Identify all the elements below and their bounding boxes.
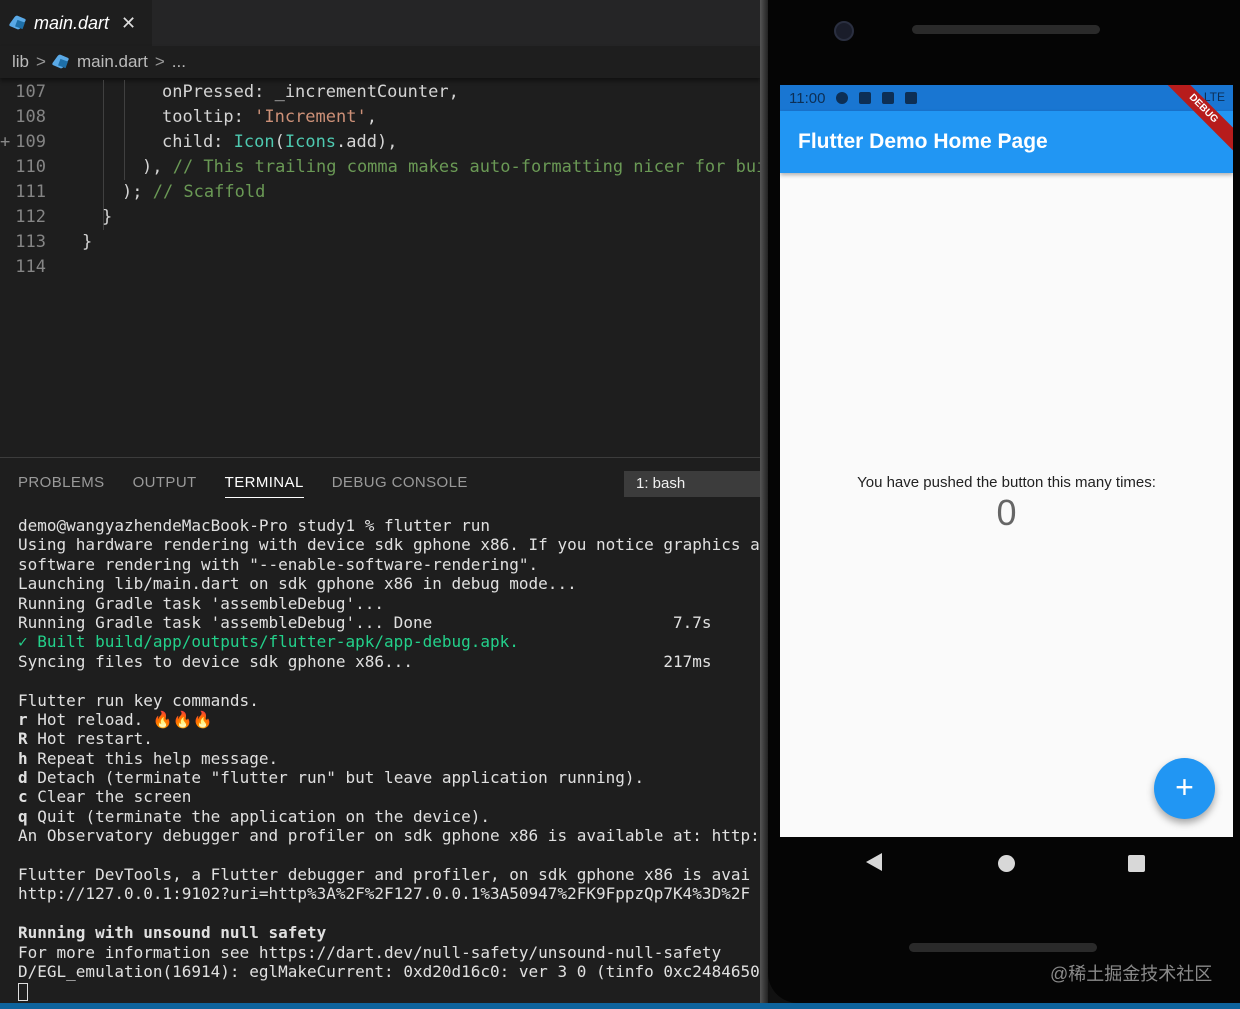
code-text: child: Icon(Icons.add),	[162, 132, 398, 152]
code-editor[interactable]: 107 onPressed: _incrementCounter, 108 toolt…	[0, 80, 777, 456]
line-number: 112	[15, 207, 46, 227]
terminal-line: Running Gradle task 'assembleDebug'... D…	[18, 612, 712, 632]
code-line[interactable]: 111 ); // Scaffold	[0, 180, 760, 205]
terminal-line: http://127.0.0.1:9102?uri=http%3A%2F%2F1…	[18, 884, 751, 904]
panel-tab-terminal[interactable]: TERMINAL	[224, 474, 304, 498]
dart-file-icon	[53, 54, 69, 70]
line-number: 111	[15, 182, 46, 202]
line-number: 110	[15, 157, 46, 177]
code-line[interactable]: 113}	[0, 230, 760, 255]
terminal-output[interactable]: demo@wangyazhendeMacBook-Pro study1 % fl…	[18, 516, 760, 1006]
code-line[interactable]: 110 ), // This trailing comma makes auto-…	[0, 155, 776, 180]
terminal-line: software rendering with "--enable-softwa…	[18, 554, 539, 574]
fire-icon: 🔥🔥🔥	[152, 709, 213, 729]
home-nav-icon[interactable]	[998, 855, 1015, 872]
code-text: ); // Scaffold	[122, 182, 266, 202]
shield-icon	[859, 92, 872, 104]
terminal-line: q Quit (terminate the application on the…	[18, 806, 491, 826]
notification-icon	[882, 92, 895, 104]
code-line[interactable]: 108 tooltip: 'Increment',	[0, 105, 760, 130]
terminal-line: R Hot restart.	[18, 729, 153, 749]
terminal-select[interactable]: 1: bash	[624, 471, 760, 497]
terminal-line: Flutter DevTools, a Flutter debugger and…	[18, 865, 751, 885]
code-text: tooltip: 'Increment',	[162, 107, 377, 127]
editor-tab-label: main.dart	[34, 12, 110, 33]
app-bar: Flutter Demo Home Page	[780, 111, 1233, 173]
terminal-line: Using hardware rendering with device sdk…	[18, 535, 760, 555]
breadcrumb: lib > main.dart > ...	[0, 46, 760, 78]
editor-tab-main-dart[interactable]: main.dart ✕	[0, 0, 152, 46]
code-text: }	[82, 232, 93, 252]
line-number: 109	[15, 132, 46, 152]
app-bar-title: Flutter Demo Home Page	[798, 130, 1048, 153]
counter-value: 0	[996, 492, 1017, 533]
terminal-line: Launching lib/main.dart on sdk gphone x8…	[18, 574, 577, 594]
panel-tab-problems[interactable]: PROBLEMS	[18, 474, 105, 498]
terminal-line: D/EGL_emulation(16914): eglMakeCurrent: …	[18, 961, 760, 981]
chevron-right-icon: >	[154, 52, 165, 71]
android-status-bar: 11:00 LTE	[780, 85, 1233, 111]
breadcrumb-more[interactable]: ...	[172, 52, 186, 72]
terminal-line: d Detach (terminate "flutter run" but le…	[18, 768, 645, 788]
editor-tab-bar: main.dart ✕	[0, 0, 760, 46]
code-line[interactable]: +109 child: Icon(Icons.add),	[0, 130, 760, 155]
terminal-line: Flutter run key commands.	[18, 690, 259, 710]
watermark: @稀土掘金技术社区	[1050, 964, 1213, 984]
status-time: 11:00	[789, 89, 826, 107]
panel-tab-output[interactable]: OUTPUT	[133, 474, 197, 498]
terminal-line: demo@wangyazhendeMacBook-Pro study1 % fl…	[18, 516, 491, 535]
phone-frame-edge	[760, 0, 768, 1003]
code-line[interactable]: 107 onPressed: _incrementCounter,	[0, 80, 760, 105]
line-number: 113	[15, 232, 46, 252]
breadcrumb-folder[interactable]: lib	[12, 52, 29, 72]
code-line[interactable]: 112}	[0, 205, 760, 230]
cursor-icon	[18, 982, 28, 1001]
phone-screen: 11:00 LTE Flutter Demo Home Page DEBUG Y…	[780, 85, 1233, 837]
terminal-line: Running with unsound null safety	[18, 923, 327, 943]
close-icon[interactable]: ✕	[121, 13, 136, 34]
camera-icon	[834, 21, 854, 41]
line-number: 114	[15, 257, 46, 277]
sim-card-icon	[905, 92, 918, 104]
breadcrumb-file[interactable]: main.dart	[77, 52, 148, 72]
terminal-line: h Repeat this help message.	[18, 748, 279, 768]
back-nav-icon[interactable]	[866, 853, 882, 871]
terminal-line: Running Gradle task 'assembleDebug'...	[18, 593, 385, 613]
terminal-line: An Observatory debugger and profiler on …	[18, 826, 760, 846]
line-number: 107	[15, 82, 46, 102]
line-number: 108	[15, 107, 46, 127]
counter-label: You have pushed the button this many tim…	[857, 474, 1156, 491]
chevron-right-icon: >	[36, 52, 46, 71]
panel-tabs: PROBLEMS OUTPUT TERMINAL DEBUG CONSOLE	[18, 474, 496, 498]
terminal-prompt[interactable]	[18, 981, 760, 1001]
terminal-line: For more information see https://dart.de…	[18, 942, 722, 962]
code-text: ), // This trailing comma makes auto-for…	[142, 157, 777, 177]
increment-button[interactable]: +	[1154, 758, 1215, 819]
bottom-panel: PROBLEMS OUTPUT TERMINAL DEBUG CONSOLE 1: b…	[0, 457, 760, 1003]
terminal-line: r Hot reload. 🔥🔥🔥	[18, 709, 213, 729]
dart-file-icon	[10, 15, 26, 31]
speaker-grille	[909, 943, 1097, 952]
panel-tab-debug-console[interactable]: DEBUG CONSOLE	[332, 474, 468, 498]
terminal-line: ✓ Built build/app/outputs/flutter-apk/ap…	[18, 632, 519, 652]
recents-nav-icon[interactable]	[1128, 855, 1145, 872]
speaker-grille	[912, 25, 1100, 34]
terminal-line: c Clear the screen	[18, 787, 192, 807]
code-line[interactable]: 114	[0, 255, 760, 280]
settings-icon	[836, 92, 849, 104]
code-text: onPressed: _incrementCounter,	[162, 82, 459, 102]
status-bar	[0, 1003, 1240, 1009]
terminal-line: Syncing files to device sdk gphone x86..…	[18, 651, 712, 671]
code-text: }	[102, 207, 113, 227]
